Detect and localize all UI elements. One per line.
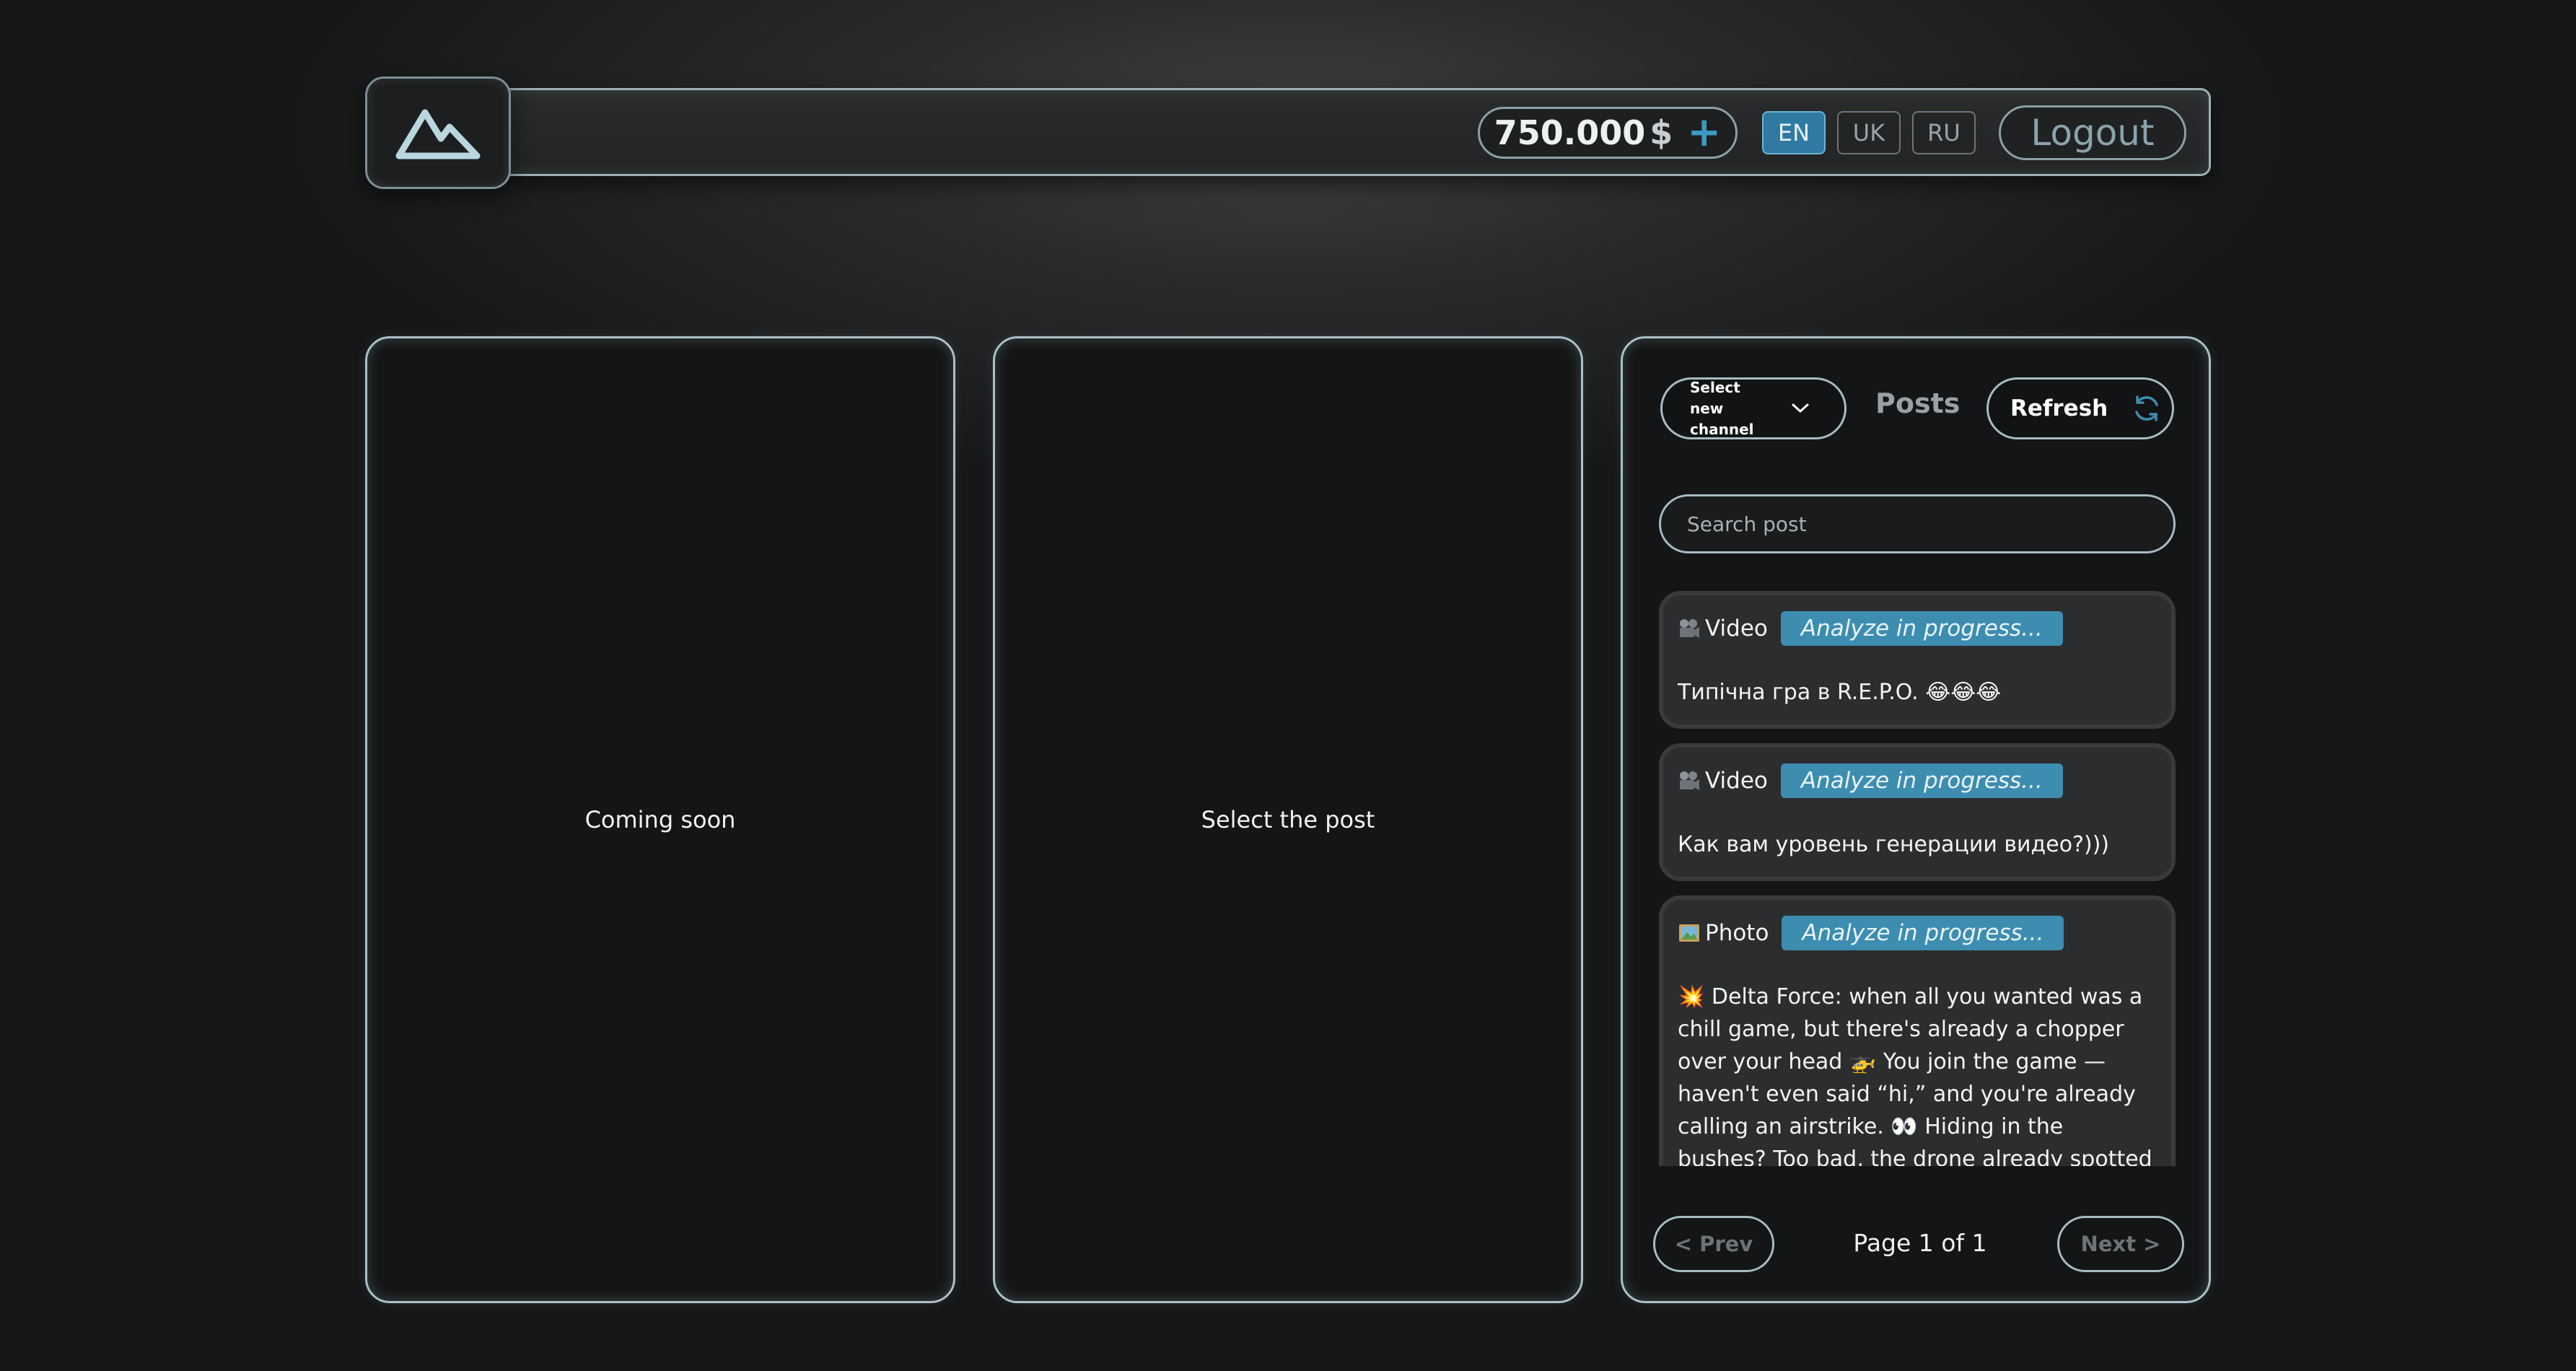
- post-card[interactable]: Video Analyze in progress... Как вам уро…: [1659, 743, 2176, 881]
- film-camera-icon: [1680, 771, 1699, 790]
- film-camera-icon: [1680, 619, 1699, 638]
- post-text: 💥 Delta Force: when all you wanted was a…: [1678, 984, 2152, 1166]
- search-post-input[interactable]: [1659, 494, 2176, 553]
- refresh-button[interactable]: Refresh: [1986, 377, 2174, 439]
- analyze-status-badge: Analyze in progress...: [1782, 916, 2064, 950]
- picture-frame-icon: [1679, 924, 1699, 942]
- add-funds-icon[interactable]: +: [1687, 113, 1721, 153]
- post-card[interactable]: Video Analyze in progress... Типічна гра…: [1659, 591, 2176, 729]
- post-type: Video: [1678, 768, 1768, 794]
- post-type-label: Video: [1705, 616, 1768, 641]
- refresh-label: Refresh: [2010, 395, 2108, 421]
- language-uk-button[interactable]: UK: [1837, 111, 1901, 154]
- language-ru-button[interactable]: RU: [1912, 111, 1976, 154]
- balance-currency: $: [1650, 113, 1673, 152]
- post-type-label: Photo: [1705, 920, 1769, 946]
- post-type-label: Video: [1705, 768, 1768, 794]
- channel-select-label: Select new channel: [1690, 378, 1754, 438]
- logout-button[interactable]: Logout: [1999, 105, 2186, 160]
- mountain-logo-icon: [395, 109, 481, 159]
- chevron-down-icon: [1792, 403, 1809, 413]
- post-card[interactable]: Photo Analyze in progress... 💥 Delta For…: [1659, 895, 2176, 1166]
- balance-display: 750.000 $ +: [1478, 107, 1738, 159]
- posts-panel: Select new channel Posts Refresh Search …: [1621, 336, 2211, 1303]
- post-list[interactable]: Video Analyze in progress... Типічна гра…: [1659, 591, 2178, 1166]
- coming-soon-panel: Coming soon: [365, 336, 955, 1303]
- coming-soon-text: Coming soon: [584, 806, 736, 833]
- language-en-button[interactable]: EN: [1762, 111, 1826, 154]
- post-text: Как вам уровень генерации видео?))): [1678, 832, 2110, 857]
- post-type: Photo: [1678, 920, 1769, 946]
- refresh-icon: [2135, 395, 2158, 421]
- post-text: Типічна гра в R.E.P.O. 😂😂😂: [1678, 680, 2002, 705]
- app-logo[interactable]: [365, 76, 511, 189]
- select-post-text: Select the post: [1201, 806, 1375, 833]
- next-page-button[interactable]: Next >: [2057, 1216, 2184, 1272]
- pagination: < Prev Page 1 of 1 Next >: [1653, 1216, 2187, 1272]
- analyze-status-badge: Analyze in progress...: [1780, 611, 2063, 646]
- analyze-status-badge: Analyze in progress...: [1780, 763, 2063, 798]
- post-detail-panel: Select the post: [993, 336, 1583, 1303]
- balance-amount: 750.000: [1494, 113, 1646, 152]
- channel-select-dropdown[interactable]: Select new channel: [1660, 377, 1846, 439]
- post-type: Video: [1678, 616, 1768, 641]
- posts-title: Posts: [1875, 387, 1961, 419]
